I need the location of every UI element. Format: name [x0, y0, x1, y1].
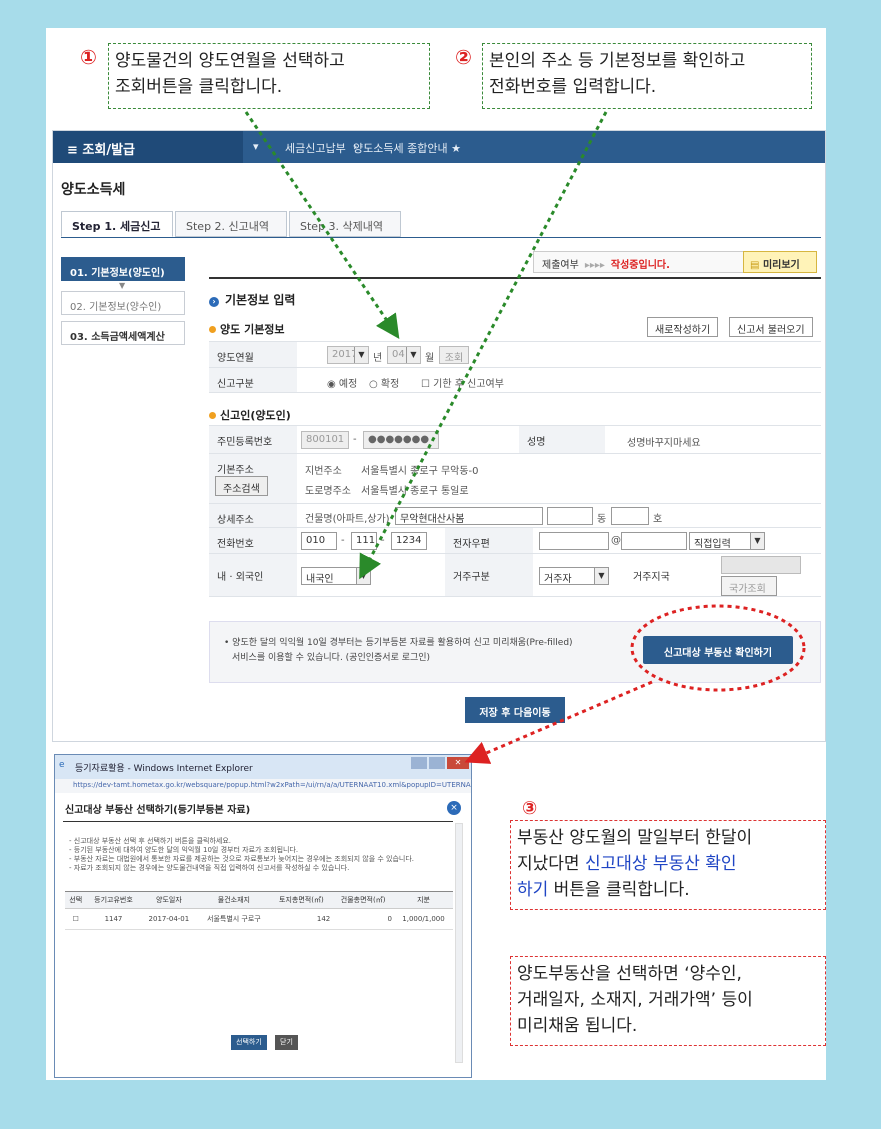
annotation-arrows: [244, 111, 806, 764]
highlight-ellipse: [630, 604, 806, 692]
arrow-step2: [359, 111, 608, 580]
arrow-step1: [244, 111, 400, 339]
arrow-step3: [464, 680, 653, 764]
